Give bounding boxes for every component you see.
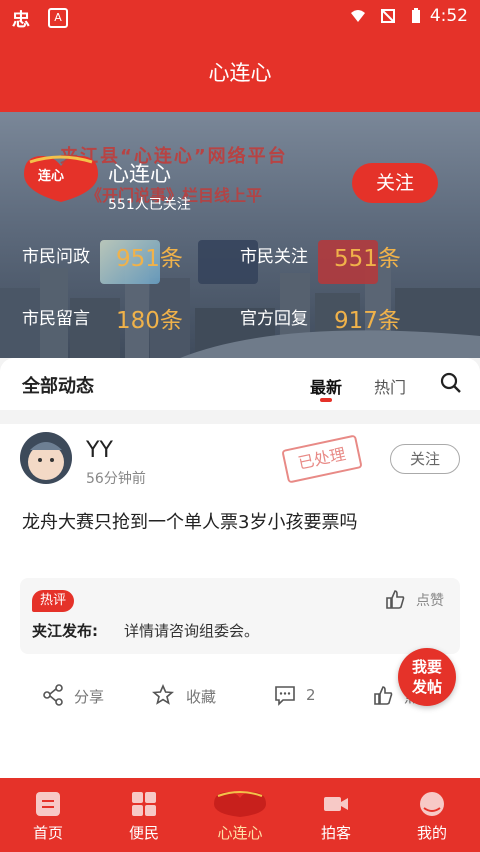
search-icon[interactable] (440, 372, 462, 394)
grid-icon (132, 792, 156, 816)
stat-value-citizen-attention: 551条 (334, 246, 401, 272)
comment-icon[interactable] (274, 684, 296, 706)
stat-label-official-replies: 官方回复 (240, 309, 308, 329)
nav-label: 心连心 (217, 824, 263, 842)
stat-value-citizen-inquiries: 951条 (116, 246, 183, 272)
bottom-nav: 首页 便民 心连心 拍客 我的 (0, 778, 480, 852)
hot-comment-badge: 热评 (32, 590, 75, 612)
xinlianxin-logo: 连心 (24, 155, 98, 202)
a-notification-icon: A (48, 8, 68, 28)
post-content[interactable]: 龙舟大赛只抢到一个单人票3岁小孩要票吗 (22, 508, 357, 534)
clock: 4:52 (429, 6, 468, 26)
collect-label[interactable]: 收藏 (186, 686, 216, 707)
thumbs-up-icon[interactable] (384, 588, 406, 610)
thumbs-up-icon[interactable] (372, 684, 394, 706)
video-camera-icon (324, 797, 348, 811)
follow-user-button[interactable]: 关注 (390, 444, 460, 474)
comment-text: 详情请咨询组委会。 (124, 622, 260, 640)
feed-title: 全部动态 (22, 376, 94, 397)
svg-text:连心: 连心 (38, 168, 64, 184)
app-notification-icon: 忠 (12, 10, 30, 31)
channel-name: 心连心 (108, 162, 171, 186)
tab-hot[interactable]: 热门 (374, 374, 406, 398)
home-icon (36, 792, 60, 816)
status-bar: 忠 A 4:52 (0, 0, 480, 34)
stat-value-official-replies: 917条 (334, 308, 401, 334)
share-label[interactable]: 分享 (74, 686, 104, 707)
page-title: 心连心 (0, 34, 480, 112)
profile-icon (420, 792, 444, 816)
city-skyline-image (0, 258, 480, 358)
nav-label: 首页 (32, 824, 63, 842)
comment-count[interactable]: 2 (306, 686, 316, 704)
create-post-button[interactable]: 我要 发帖 (398, 648, 456, 706)
active-tab-indicator (320, 398, 332, 402)
fab-line-1: 我要 (411, 658, 442, 676)
xinlianxin-logo-icon (214, 791, 266, 817)
post-time: 56分钟前 (86, 471, 146, 487)
no-signal-icon (381, 9, 395, 23)
post-username[interactable]: YY (86, 438, 113, 463)
nav-label: 便民 (128, 824, 159, 842)
stat-label-citizen-messages: 市民留言 (22, 309, 90, 329)
stat-label-citizen-attention: 市民关注 (240, 247, 308, 267)
share-icon[interactable] (42, 684, 64, 706)
nav-item-xinlianxin[interactable]: 心连心 (192, 778, 288, 852)
comment-author: 夹江发布: (32, 622, 98, 640)
nav-item-services[interactable]: 便民 (96, 778, 192, 852)
nav-label: 我的 (416, 824, 447, 842)
wifi-icon (351, 10, 365, 22)
stat-value-citizen-messages: 180条 (116, 308, 183, 334)
stat-label-citizen-inquiries: 市民问政 (22, 247, 90, 267)
nav-label: 拍客 (320, 824, 351, 842)
status-stamp: 已处理 (281, 434, 363, 484)
fab-line-2: 发帖 (411, 678, 442, 696)
divider (0, 410, 480, 424)
nav-item-home[interactable]: 首页 (0, 778, 96, 852)
hot-comment[interactable]: 热评 点赞 夹江发布: 详情请咨询组委会。 (20, 578, 460, 654)
tab-latest[interactable]: 最新 (310, 374, 342, 398)
follower-count: 551人已关注 (108, 197, 191, 213)
star-icon[interactable] (152, 684, 174, 706)
nav-item-mine[interactable]: 我的 (384, 778, 480, 852)
avatar[interactable] (20, 432, 72, 484)
battery-icon (412, 8, 420, 23)
comment-like-label[interactable]: 点赞 (416, 590, 444, 610)
follow-channel-button[interactable]: 关注 (352, 163, 438, 203)
nav-item-reporter[interactable]: 拍客 (288, 778, 384, 852)
feed-panel: 全部动态 最新 热门 YY 56分钟前 已处理 关注 龙舟大赛只抢到一个单人票3… (0, 358, 480, 778)
